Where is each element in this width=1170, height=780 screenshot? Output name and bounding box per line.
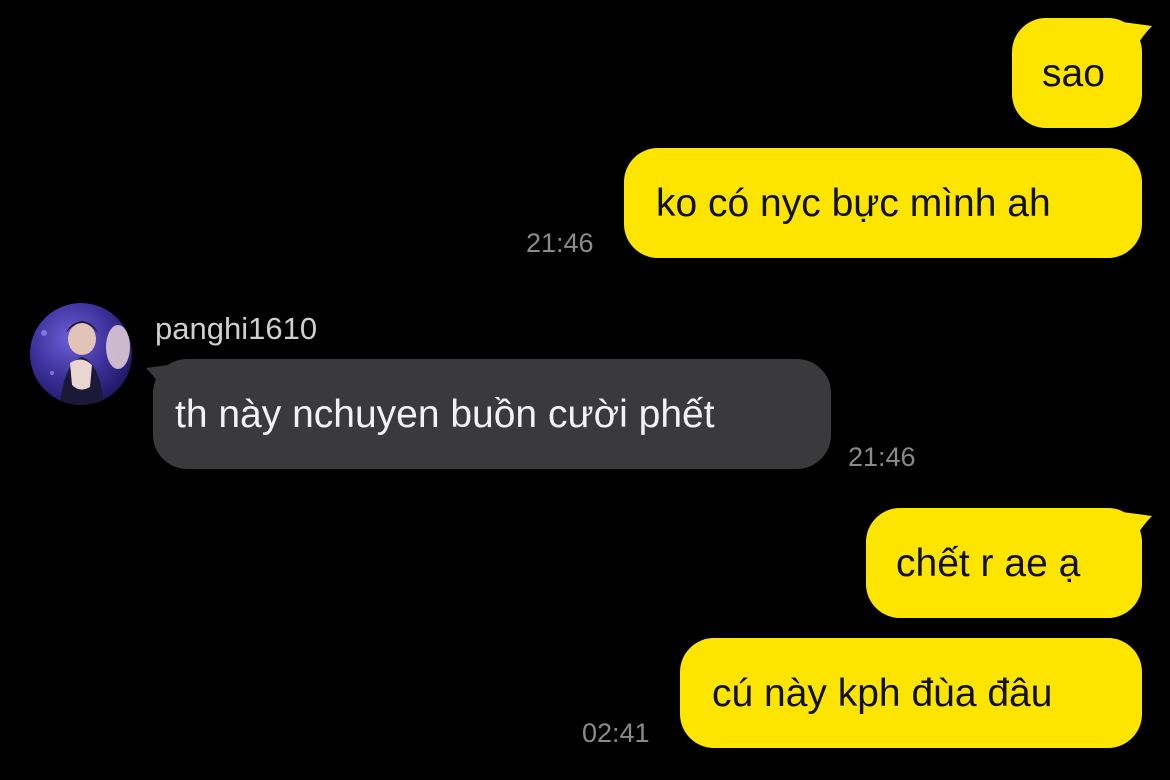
message-timestamp: 02:41 bbox=[582, 718, 650, 748]
outgoing-message-bubble[interactable]: cú này kph đùa đâu bbox=[680, 638, 1142, 748]
message-text: ko có nyc bực mình ah bbox=[656, 181, 1051, 225]
bubble-tail-icon bbox=[1122, 512, 1152, 540]
incoming-message-bubble[interactable]: th này nchuyen buồn cười phết bbox=[153, 359, 831, 469]
outgoing-message-bubble[interactable]: chết r ae ạ bbox=[866, 508, 1142, 618]
message-timestamp: 21:46 bbox=[526, 228, 594, 258]
sender-name: panghi1610 bbox=[155, 311, 318, 346]
message-text: cú này kph đùa đâu bbox=[712, 671, 1053, 715]
message-text: th này nchuyen buồn cười phết bbox=[175, 392, 715, 436]
avatar[interactable] bbox=[30, 303, 132, 405]
message-text: chết r ae ạ bbox=[896, 541, 1081, 585]
message-timestamp: 21:46 bbox=[848, 442, 916, 472]
message-text: sao bbox=[1042, 51, 1105, 95]
profile-photo-icon bbox=[41, 321, 130, 405]
bubble-tail-icon bbox=[1122, 22, 1152, 50]
outgoing-message-bubble[interactable]: ko có nyc bực mình ah bbox=[624, 148, 1142, 258]
